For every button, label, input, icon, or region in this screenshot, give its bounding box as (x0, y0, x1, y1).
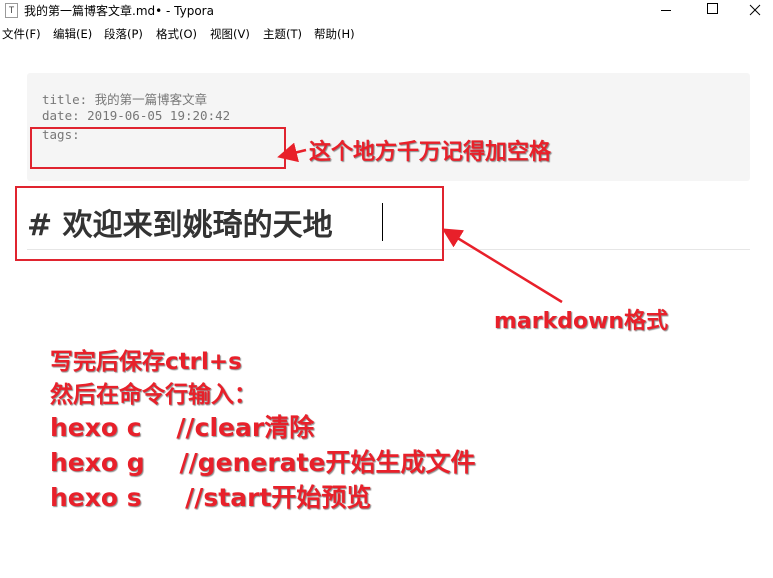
instruction-hexo-clean: hexo c //clear清除 (50, 413, 315, 442)
instruction-save: 写完后保存ctrl+s (50, 349, 242, 375)
instruction-hexo-generate: hexo g //generate开始生成文件 (50, 448, 476, 477)
instruction-hexo-server: hexo s //start开始预览 (50, 483, 372, 512)
markdown-format-note: markdown格式 (494, 309, 669, 334)
arrow-to-tags (277, 142, 307, 163)
tags-space-note: 这个地方千万记得加空格 (309, 140, 552, 165)
instruction-commandline: 然后在命令行输入： (50, 382, 257, 408)
arrow-to-heading (441, 228, 563, 304)
